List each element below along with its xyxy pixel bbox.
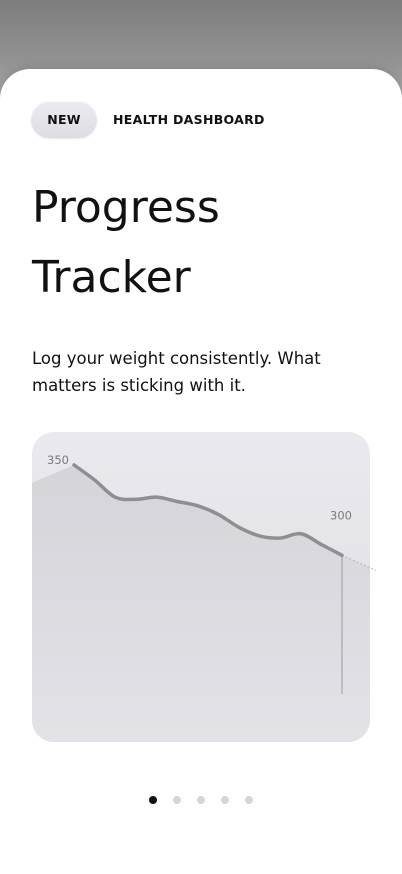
page-indicator[interactable] xyxy=(0,796,402,804)
page-dot-3[interactable] xyxy=(197,796,205,804)
header-row: NEW HEALTH DASHBOARD xyxy=(31,101,265,138)
title-line-1: Progress xyxy=(32,182,220,233)
title-line-2: Tracker xyxy=(32,252,191,303)
bottom-sheet: NEW HEALTH DASHBOARD Progress Tracker Lo… xyxy=(0,69,402,874)
page-title: Progress Tracker xyxy=(32,173,220,313)
subtitle-text: Log your weight consistently. What matte… xyxy=(32,349,321,395)
new-badge: NEW xyxy=(31,101,97,138)
page-dot-2[interactable] xyxy=(173,796,181,804)
page-dot-1[interactable] xyxy=(149,796,157,804)
section-eyebrow: HEALTH DASHBOARD xyxy=(113,112,265,127)
chart-start-label: 350 xyxy=(47,453,69,467)
chart-end-label: 300 xyxy=(330,508,352,522)
page-dot-4[interactable] xyxy=(221,796,229,804)
weight-chart: 350 300 xyxy=(32,453,377,742)
weight-chart-card: 350 300 xyxy=(32,432,377,742)
page-dot-5[interactable] xyxy=(245,796,253,804)
